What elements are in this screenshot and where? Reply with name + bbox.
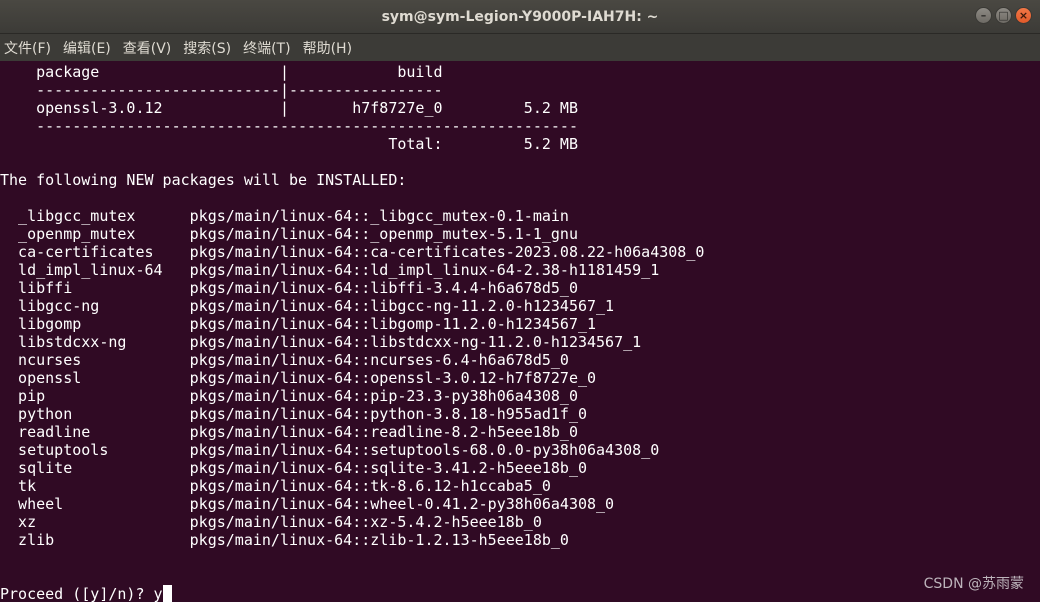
terminal-line: python pkgs/main/linux-64::python-3.8.18… (0, 405, 587, 423)
terminal-line: ---------------------------|------------… (0, 81, 443, 99)
terminal-line: openssl-3.0.12 | h7f8727e_0 5.2 MB (0, 99, 578, 117)
terminal-line: _libgcc_mutex pkgs/main/linux-64::_libgc… (0, 207, 569, 225)
terminal-lines: package | build ------------------------… (0, 63, 1040, 585)
menu-help[interactable]: 帮助(H) (303, 38, 352, 58)
maximize-button[interactable]: □ (995, 7, 1012, 24)
window-controls: – □ × (975, 7, 1032, 24)
terminal-line: _openmp_mutex pkgs/main/linux-64::_openm… (0, 225, 578, 243)
window-title: sym@sym-Legion-Y9000P-IAH7H: ~ (381, 8, 659, 25)
terminal-line: tk pkgs/main/linux-64::tk-8.6.12-h1ccaba… (0, 477, 551, 495)
menu-bar: 文件(F) 编辑(E) 查看(V) 搜索(S) 终端(T) 帮助(H) (0, 34, 1040, 61)
terminal-line: ncurses pkgs/main/linux-64::ncurses-6.4-… (0, 351, 569, 369)
terminal-line: readline pkgs/main/linux-64::readline-8.… (0, 423, 578, 441)
menu-search[interactable]: 搜索(S) (183, 38, 231, 58)
watermark: CSDN @苏雨蒙 (923, 576, 1024, 592)
terminal-line: ld_impl_linux-64 pkgs/main/linux-64::ld_… (0, 261, 660, 279)
terminal-line: libgcc-ng pkgs/main/linux-64::libgcc-ng-… (0, 297, 615, 315)
terminal-line: pip pkgs/main/linux-64::pip-23.3-py38h06… (0, 387, 578, 405)
menu-terminal[interactable]: 终端(T) (243, 38, 290, 58)
terminal-line: openssl pkgs/main/linux-64::openssl-3.0.… (0, 369, 597, 387)
terminal-window: sym@sym-Legion-Y9000P-IAH7H: ~ – □ × 文件(… (0, 0, 1040, 602)
menu-edit[interactable]: 编辑(E) (63, 38, 111, 58)
menu-file[interactable]: 文件(F) (4, 38, 51, 58)
prompt-line[interactable]: Proceed ([y]/n)? y (0, 585, 1040, 602)
terminal-line: libstdcxx-ng pkgs/main/linux-64::libstdc… (0, 333, 642, 351)
terminal-line: setuptools pkgs/main/linux-64::setuptool… (0, 441, 660, 459)
terminal-line: wheel pkgs/main/linux-64::wheel-0.41.2-p… (0, 495, 615, 513)
terminal-line: Total: 5.2 MB (0, 135, 578, 153)
terminal-line: The following NEW packages will be INSTA… (0, 171, 407, 189)
minimize-button[interactable]: – (975, 7, 992, 24)
terminal-line: package | build (0, 63, 443, 81)
terminal-line: sqlite pkgs/main/linux-64::sqlite-3.41.2… (0, 459, 587, 477)
title-bar[interactable]: sym@sym-Legion-Y9000P-IAH7H: ~ – □ × (0, 0, 1040, 34)
terminal-line: zlib pkgs/main/linux-64::zlib-1.2.13-h5e… (0, 531, 569, 549)
terminal-output[interactable]: package | build ------------------------… (0, 61, 1040, 602)
terminal-line: libffi pkgs/main/linux-64::libffi-3.4.4-… (0, 279, 578, 297)
prompt-text: Proceed ([y]/n)? (0, 585, 154, 602)
close-button[interactable]: × (1015, 7, 1032, 24)
terminal-line: xz pkgs/main/linux-64::xz-5.4.2-h5eee18b… (0, 513, 542, 531)
prompt-input: y (153, 585, 163, 602)
text-cursor (162, 585, 172, 602)
terminal-line: ----------------------------------------… (0, 117, 578, 135)
terminal-line: libgomp pkgs/main/linux-64::libgomp-11.2… (0, 315, 597, 333)
menu-view[interactable]: 查看(V) (123, 38, 172, 58)
terminal-line: ca-certificates pkgs/main/linux-64::ca-c… (0, 243, 705, 261)
